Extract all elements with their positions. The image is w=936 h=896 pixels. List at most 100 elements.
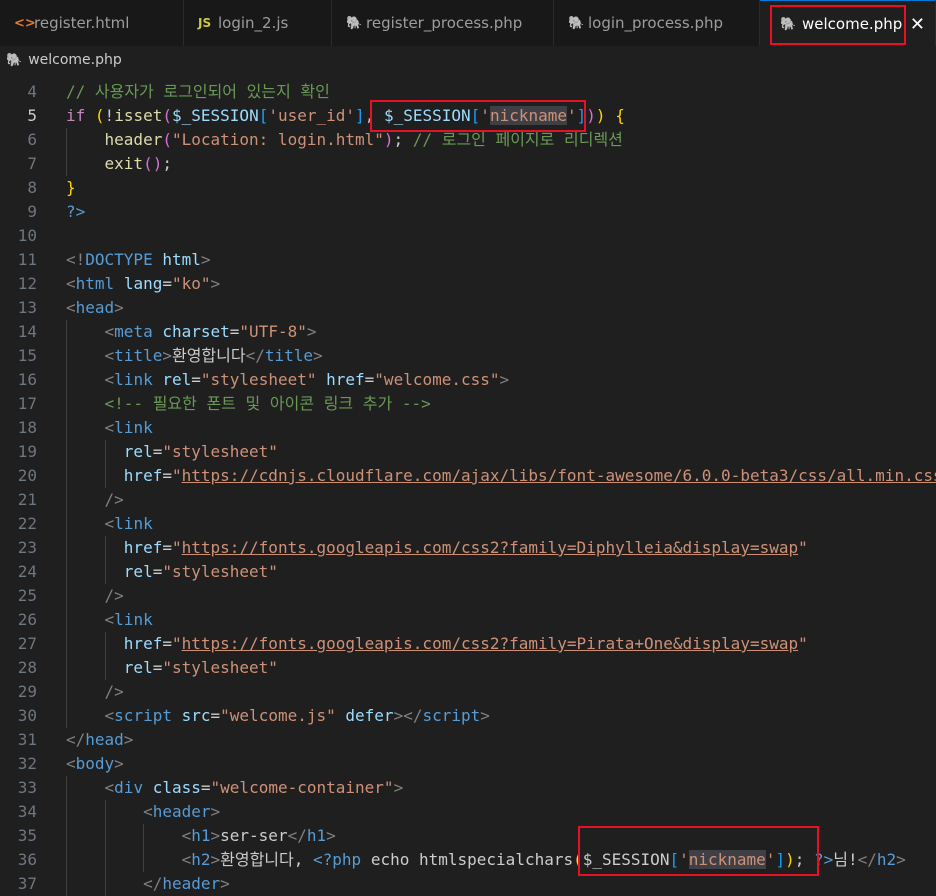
code-token: "stylesheet" <box>200 370 317 389</box>
code-token: = <box>191 370 201 389</box>
code-token: rel <box>123 562 153 581</box>
code-token: > <box>210 274 221 293</box>
line-number: 37 <box>17 874 37 893</box>
line-number: 22 <box>17 514 37 533</box>
breadcrumb-file[interactable]: welcome.php <box>28 52 122 68</box>
code-token: ' <box>480 106 490 125</box>
code-token: > <box>313 346 323 365</box>
code-line[interactable]: 23 href="https://fonts.googleapis.com/cs… <box>0 536 936 560</box>
code-line[interactable]: 21 /> <box>0 488 936 512</box>
line-number: 31 <box>17 730 37 749</box>
code-line[interactable]: 10 <box>0 224 936 248</box>
code-token: https://cdnjs.cloudflare.com/ajax/libs/f… <box>181 466 936 485</box>
tab-login-process-php[interactable]: 🐘 login_process.php <box>554 0 760 46</box>
code-line[interactable]: 13 <head> <box>0 296 936 320</box>
code-line[interactable]: 8} <box>0 176 936 200</box>
code-token: </ <box>143 874 163 893</box>
code-line[interactable]: 34 <header> <box>0 800 936 824</box>
line-code: header("Location: login.html"); // 로그인 페… <box>66 128 623 152</box>
code-token: " <box>798 538 808 557</box>
code-line[interactable]: 18 <link <box>0 416 936 440</box>
line-number: 18 <box>17 418 37 437</box>
code-token: link <box>114 610 153 629</box>
code-line[interactable]: 19 rel="stylesheet" <box>0 440 936 464</box>
code-token: ] <box>355 106 365 125</box>
code-line[interactable]: 14 <meta charset="UTF-8"> <box>0 320 936 344</box>
code-line[interactable]: 31 </head> <box>0 728 936 752</box>
code-token: rel <box>123 658 153 677</box>
code-token: < <box>104 610 115 629</box>
line-number: 27 <box>17 634 37 653</box>
code-line[interactable]: 35 <h1>ser-ser</h1> <box>0 824 936 848</box>
code-token: > <box>210 826 221 845</box>
tab-register-process-php[interactable]: 🐘 register_process.php <box>332 0 554 46</box>
code-token: </ <box>245 346 265 365</box>
code-token: = <box>152 562 163 581</box>
code-line[interactable]: 33 <div class="welcome-container"> <box>0 776 936 800</box>
code-token: > <box>114 754 124 773</box>
code-line[interactable]: 20 href="https://cdnjs.cloudflare.com/aj… <box>0 464 936 488</box>
code-line[interactable]: 9 ?> <box>0 200 936 224</box>
line-number: 5 <box>27 106 37 125</box>
line-code: exit(); <box>66 152 172 176</box>
code-token: header <box>152 802 211 821</box>
code-line[interactable]: 7 exit(); <box>0 152 936 176</box>
code-line[interactable]: 26 <link <box>0 608 936 632</box>
line-number: 30 <box>17 706 37 725</box>
code-line[interactable]: 24 rel="stylesheet" <box>0 560 936 584</box>
code-line[interactable]: 27 href="https://fonts.googleapis.com/cs… <box>0 632 936 656</box>
code-token: /> <box>104 682 124 701</box>
code-line[interactable]: 5 if (!isset($_SESSION['user_id'], $_SESS… <box>0 104 936 128</box>
code-line[interactable]: 4 // 사용자가 로그인되어 있는지 확인 <box>0 80 936 104</box>
code-editor[interactable]: 4// 사용자가 로그인되어 있는지 확인 5 if (!isset($_SESSI… <box>0 80 936 896</box>
code-line[interactable]: 30 <script src="welcome.js" defer></scri… <box>0 704 936 728</box>
line-code: href="https://fonts.googleapis.com/css2?… <box>66 632 808 656</box>
code-token: ) <box>383 130 394 149</box>
tab-login-2-js[interactable]: JS login_2.js <box>184 0 332 46</box>
line-code: <meta charset="UTF-8"> <box>66 320 317 344</box>
code-token: h2 <box>876 850 897 869</box>
code-token: ></ <box>393 706 423 725</box>
code-line[interactable]: 28 rel="stylesheet" <box>0 656 936 680</box>
code-line[interactable]: 12 <html lang="ko"> <box>0 272 936 296</box>
code-token: h1 <box>191 826 211 845</box>
code-line[interactable]: 6 header("Location: login.html"); // 로그인… <box>0 128 936 152</box>
tab-register-html[interactable]: <> register.html <box>0 0 184 46</box>
code-line[interactable]: 36 <h2>환영합니다, <?php echo htmlspecialchar… <box>0 848 936 872</box>
tab-welcome-php[interactable]: 🐘 welcome.php ✕ <box>760 0 936 46</box>
code-token: "ko" <box>171 274 211 293</box>
code-token: rel <box>123 442 153 461</box>
line-code: <head> <box>66 296 124 320</box>
code-token: = <box>162 274 172 293</box>
code-line[interactable]: 22 <link <box>0 512 936 536</box>
code-line[interactable]: 25 /> <box>0 584 936 608</box>
code-token: <!-- 필요한 폰트 및 아이콘 링크 추가 --> <box>104 394 431 413</box>
code-line[interactable]: 11 <!DOCTYPE html> <box>0 248 936 272</box>
code-token: () <box>143 154 163 173</box>
code-token: "Location: login.html" <box>171 130 384 149</box>
code-line[interactable]: 32 <body> <box>0 752 936 776</box>
code-line[interactable]: 17 <!-- 필요한 폰트 및 아이콘 링크 추가 --> <box>0 392 936 416</box>
code-line[interactable]: 15 <title>환영합니다</title> <box>0 344 936 368</box>
code-token: ; <box>794 850 814 869</box>
code-token: < <box>104 322 115 341</box>
code-token: < <box>104 514 115 533</box>
line-code: rel="stylesheet" <box>66 656 278 680</box>
code-line[interactable]: 29 /> <box>0 680 936 704</box>
code-line[interactable]: 37 </header> <box>0 872 936 896</box>
code-token: " <box>171 538 182 557</box>
tab-label: register.html <box>34 14 130 32</box>
line-code: rel="stylesheet" <box>66 560 278 584</box>
code-token: </ <box>287 826 307 845</box>
close-icon[interactable]: ✕ <box>910 1 925 47</box>
code-token: nickname <box>688 850 766 869</box>
editor-tab-bar: <> register.html JS login_2.js 🐘 registe… <box>0 0 936 47</box>
code-token: ) <box>586 106 596 125</box>
code-line[interactable]: 16 <link rel="stylesheet" href="welcome.… <box>0 368 936 392</box>
code-token: echo htmlspecialchars <box>361 850 574 869</box>
